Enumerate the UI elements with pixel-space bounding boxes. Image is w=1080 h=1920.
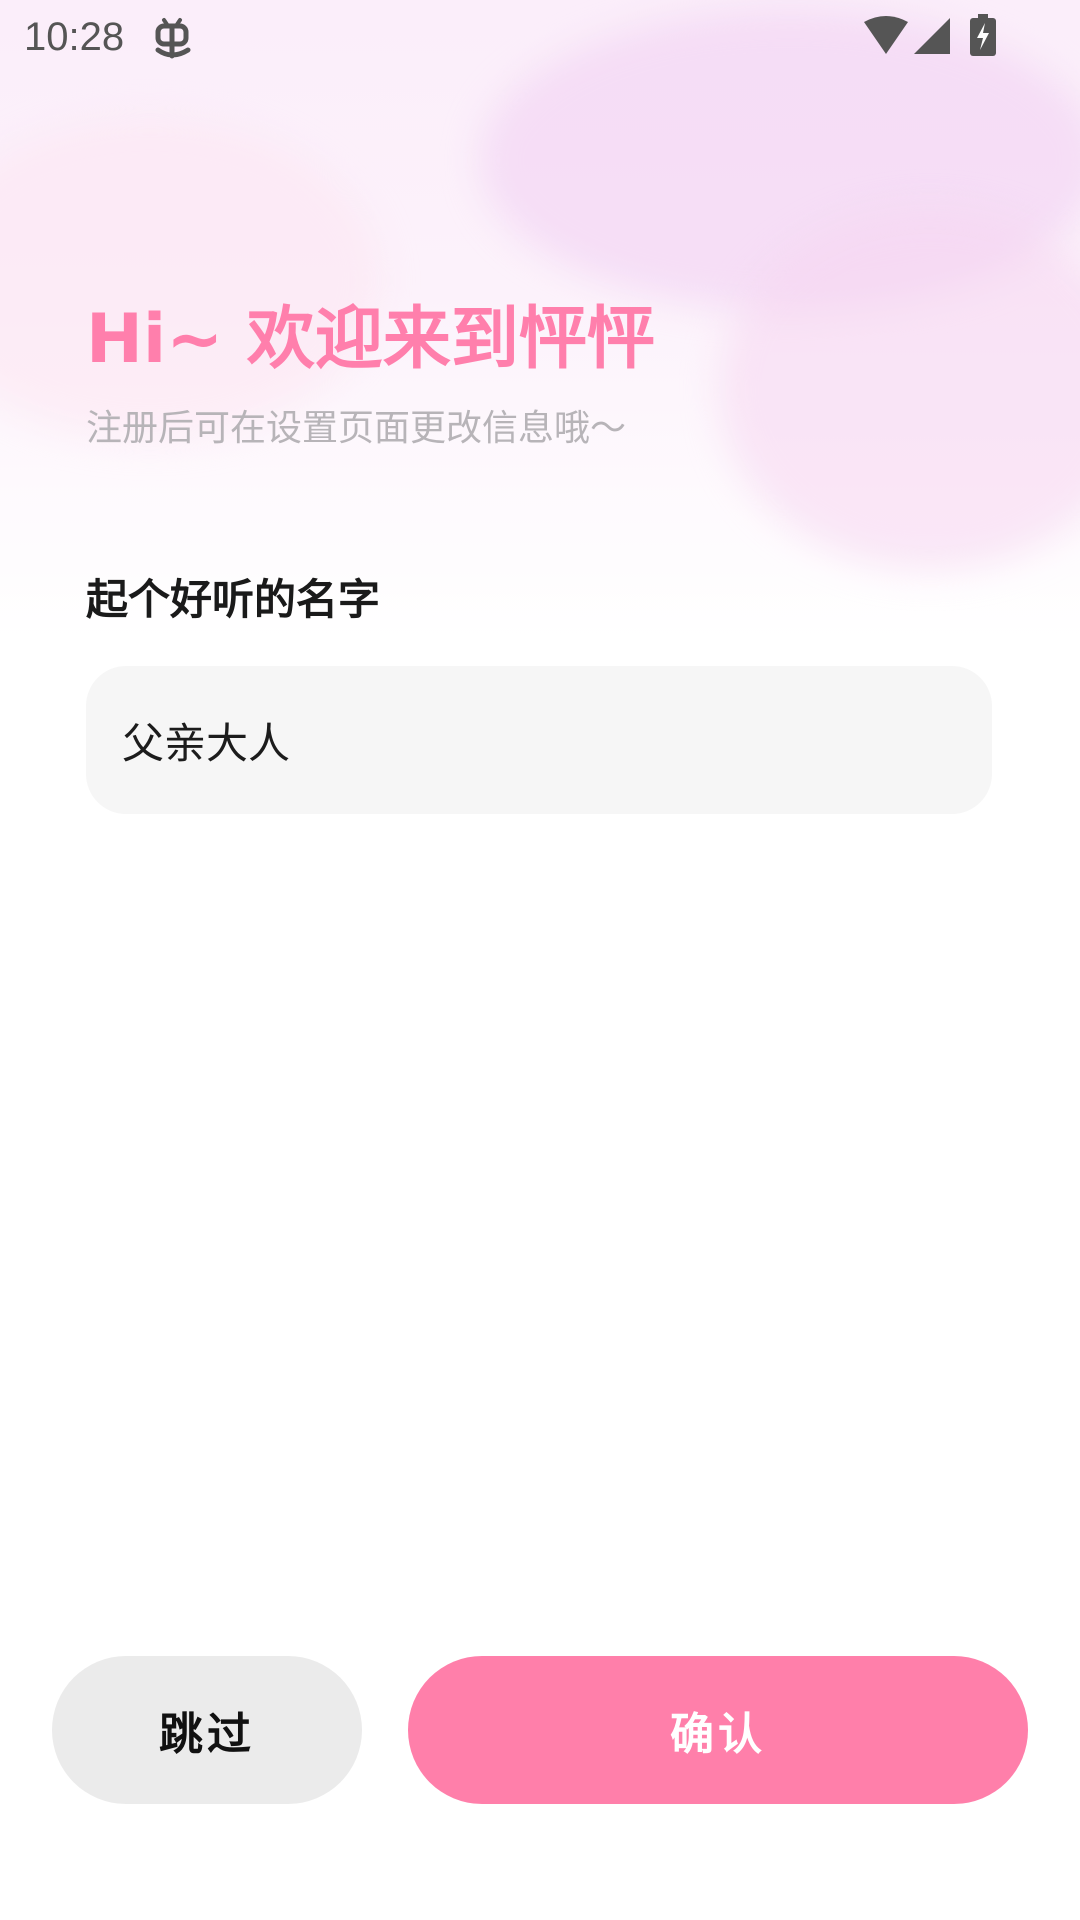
battery-charging-icon xyxy=(970,14,996,56)
name-input[interactable] xyxy=(86,666,992,814)
background-cloud xyxy=(0,120,380,440)
confirm-button[interactable]: 确认 xyxy=(408,1656,1028,1804)
skip-button[interactable]: 跳过 xyxy=(52,1656,362,1804)
bug-icon xyxy=(155,18,191,59)
status-bar: 10:28 xyxy=(0,0,1080,76)
signal-icon xyxy=(914,18,950,54)
page-title: Hi~ 欢迎来到怦怦 xyxy=(86,300,655,379)
page-subtitle: 注册后可在设置页面更改信息哦～ xyxy=(86,408,627,449)
wifi-icon xyxy=(864,16,908,54)
name-field-label: 起个好听的名字 xyxy=(86,575,381,624)
status-time: 10:28 xyxy=(24,15,125,59)
